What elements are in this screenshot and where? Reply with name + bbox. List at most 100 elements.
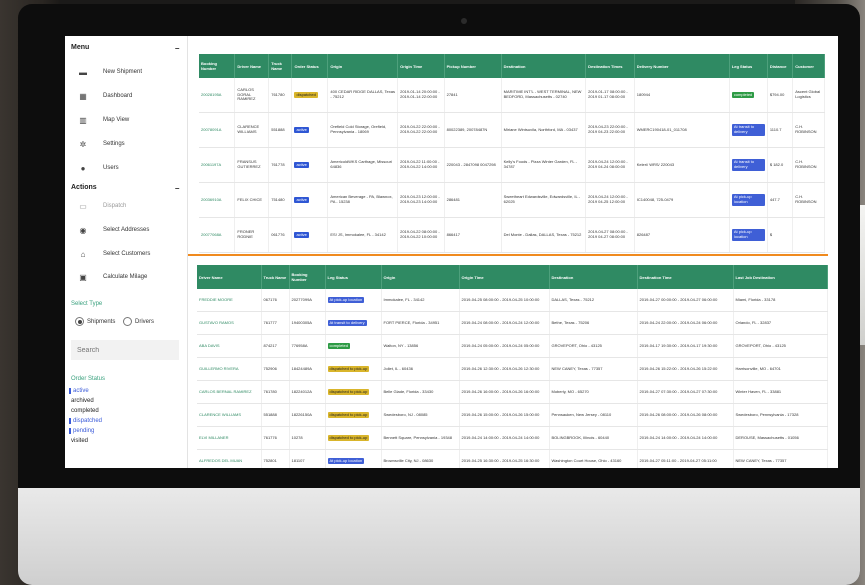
column-header[interactable]: Origin Time xyxy=(397,54,445,78)
table-row[interactable]: CARLOS BERNAL RAMIREZ 761780 18224012A disp… xyxy=(197,380,828,404)
column-header[interactable]: Destination xyxy=(549,265,638,289)
column-header[interactable]: Origin xyxy=(381,265,460,289)
column-header[interactable]: Origin Time xyxy=(459,265,550,289)
column-header[interactable]: Leg Status xyxy=(325,265,382,289)
sidebar-item-label: Select Addresses xyxy=(103,227,150,233)
table-row[interactable]: ABA DAVIS 874217 776958A completed Walton, N… xyxy=(197,334,828,358)
column-header[interactable]: Destination Time xyxy=(637,265,734,289)
status-option-active[interactable]: active xyxy=(69,388,89,394)
column-header[interactable]: Truck Name xyxy=(268,54,293,78)
column-header[interactable]: Destination Times xyxy=(585,54,635,78)
status-option-pending[interactable]: pending xyxy=(69,428,94,434)
search-input[interactable] xyxy=(71,340,179,360)
collapse-actions-icon[interactable]: – xyxy=(175,184,179,193)
table-cell: 400 CEDAR RIDGE DALLAS, Texas - 75212 xyxy=(327,78,399,113)
status-option-visited[interactable]: visited xyxy=(71,438,88,444)
table-row[interactable]: ALFREDOS DEL MUAN 752801 181107 At pick-up … xyxy=(197,449,828,468)
sidebar-item-map-view[interactable]: ▥ Map View xyxy=(79,116,179,130)
table-row[interactable]: CLARENCE WILLIAMS 551888 18226150A dispatch… xyxy=(197,403,828,427)
table-row[interactable]: FREDDIE MOORE 067176 20277099A At pick-up l… xyxy=(197,289,828,312)
table-cell: $ xyxy=(767,217,794,253)
table-cell[interactable]: CLARENCE WILLIAMS xyxy=(197,403,262,427)
table-row[interactable]: ELVI MILLANER 761776 10278 dispatched to pi… xyxy=(197,426,828,450)
radio-label: Shipments xyxy=(87,319,116,326)
table-cell[interactable]: 20036910A xyxy=(199,182,236,218)
column-header[interactable]: Driver Name xyxy=(234,54,270,78)
table-cell: 2019-04-26 16:00:00 - 2019-04-26 16:00:0… xyxy=(459,380,550,404)
table-cell: Bethe, Texas - 75206 xyxy=(549,311,638,335)
table-cell: 2019-04-22 22:00:00 - 2019-04-22 22:00:0… xyxy=(397,112,445,148)
menu-title: Menu xyxy=(71,44,90,51)
table-cell: $ 182.0 xyxy=(767,147,794,183)
sidebar-item-new-shipment[interactable]: ▬ New Shipment xyxy=(79,68,179,82)
table-cell: Kelly's Foods - Pizza Winter Garden, FL … xyxy=(501,147,587,183)
column-header[interactable]: Booking Number xyxy=(289,265,326,289)
radio-drivers[interactable]: Drivers xyxy=(123,317,154,326)
column-header[interactable]: Booking Number xyxy=(199,54,236,78)
table-cell: 180944 xyxy=(634,78,730,113)
sidebar-item-dashboard[interactable]: ▦ Dashboard xyxy=(79,92,179,106)
table-cell: $794.00 xyxy=(767,78,794,113)
column-header[interactable]: Customer xyxy=(792,54,825,78)
table-row[interactable]: 20061197A FRANSUS GUTIERREZ 761778 active Am… xyxy=(199,147,825,183)
table-cell: CLARENCE WILLIAMS xyxy=(234,112,270,148)
dashboard-icon: ▦ xyxy=(79,92,87,101)
column-header[interactable]: Order Status xyxy=(291,54,329,78)
table-cell: active xyxy=(291,112,329,148)
sidebar-item-settings[interactable]: ✲ Settings xyxy=(79,140,179,154)
table-cell: Miami, Florida - 33178 xyxy=(733,289,828,312)
table-row[interactable]: GUSTAVO RAMOS 761777 19400305A At transit t… xyxy=(197,311,828,335)
column-header[interactable]: Destination xyxy=(501,54,587,78)
table-row[interactable]: GUILLERMO RIVERA 752906 18424489A dispatche… xyxy=(197,357,828,381)
status-option-completed[interactable]: completed xyxy=(71,408,99,414)
sidebar-item-select-addresses[interactable]: ◉ Select Addresses xyxy=(79,226,179,240)
table-cell: 2019-04-24 12:00:00 - 2019 04-25 12:00:0… xyxy=(585,182,635,218)
table-cell: 2019-04-24 14:00:00 - 2019-04-24 14:00:0… xyxy=(637,426,734,450)
table-cell[interactable]: 20061197A xyxy=(199,147,236,183)
status-option-archived[interactable]: archived xyxy=(71,398,94,404)
table-row[interactable]: 20077068A FRONER RODNIE 061776 active ES! JS… xyxy=(199,217,825,253)
radio-shipments[interactable]: Shipments xyxy=(75,317,115,326)
table-cell: 2019-04-17 19:30:00 - 2019-04-17 19:30:0… xyxy=(637,334,734,358)
order-status-label: Order Status xyxy=(71,376,106,382)
status-badge: completed xyxy=(327,342,350,350)
table-cell[interactable]: ABA DAVIS xyxy=(197,334,262,358)
menu-heading: Menu – xyxy=(71,44,179,53)
table-cell[interactable]: 20078091A xyxy=(199,112,236,148)
status-option-dispatched[interactable]: dispatched xyxy=(69,418,102,424)
table-cell[interactable]: FREDDIE MOORE xyxy=(197,289,262,312)
table-cell: 2019-04-27 07:30:00 - 2019-04-27 07:30:0… xyxy=(637,380,734,404)
table-row[interactable]: 20036910A FELIX CHICE 751480 active American… xyxy=(199,182,825,218)
column-header[interactable]: Truck Name xyxy=(261,265,290,289)
table-cell: Moberly, MO - 65270 xyxy=(549,380,638,404)
table-row[interactable]: 20028195A CARLOS DORAL RAMIREZ 761780 dispa… xyxy=(199,78,825,113)
status-badge: completed xyxy=(731,91,755,99)
column-header[interactable]: Last Job Destination xyxy=(733,265,828,289)
table-cell[interactable]: ELVI MILLANER xyxy=(197,426,262,450)
table-cell[interactable]: GUSTAVO RAMOS xyxy=(197,311,262,335)
table-cell[interactable]: 20077068A xyxy=(199,217,236,253)
sidebar-item-select-customers[interactable]: ⌂ Select Customers xyxy=(79,250,179,264)
column-header[interactable]: Origin xyxy=(327,54,399,78)
table-cell[interactable]: ALFREDOS DEL MUAN xyxy=(197,449,262,468)
sidebar-item-dispatch[interactable]: ▭ Dispatch xyxy=(79,202,179,216)
table-cell: 2019-04-25 08:00:00 - 2019-04-25 10:00:0… xyxy=(459,289,550,312)
table-cell[interactable]: 20028195A xyxy=(199,78,236,113)
collapse-menu-icon[interactable]: – xyxy=(175,44,179,53)
table-cell: Washington Court House, Ohio - 43160 xyxy=(549,449,638,468)
sidebar-item-label: Dispatch xyxy=(103,203,127,209)
column-header[interactable]: Delivery Number xyxy=(634,54,730,78)
column-header[interactable]: Driver Name xyxy=(197,265,262,289)
table-cell: 761778 xyxy=(268,147,293,183)
table-cell: 18424489A xyxy=(289,357,326,381)
table-cell[interactable]: GUILLERMO RIVERA xyxy=(197,357,262,381)
column-header[interactable]: Leg Status xyxy=(729,54,768,78)
sidebar-item-users[interactable]: ● Users xyxy=(79,164,179,178)
table-cell[interactable]: CARLOS BERNAL RAMIREZ xyxy=(197,380,262,404)
sidebar-item-calculate-milage[interactable]: ▣ Calculate Milage xyxy=(79,273,179,287)
column-header[interactable]: Distance xyxy=(767,54,794,78)
table-cell: 761780 xyxy=(261,380,290,404)
sidebar-item-label: Dashboard xyxy=(103,93,133,99)
table-row[interactable]: 20078091A CLARENCE WILLIAMS 551888 active Or… xyxy=(199,112,825,148)
column-header[interactable]: Pickup Number xyxy=(444,54,502,78)
